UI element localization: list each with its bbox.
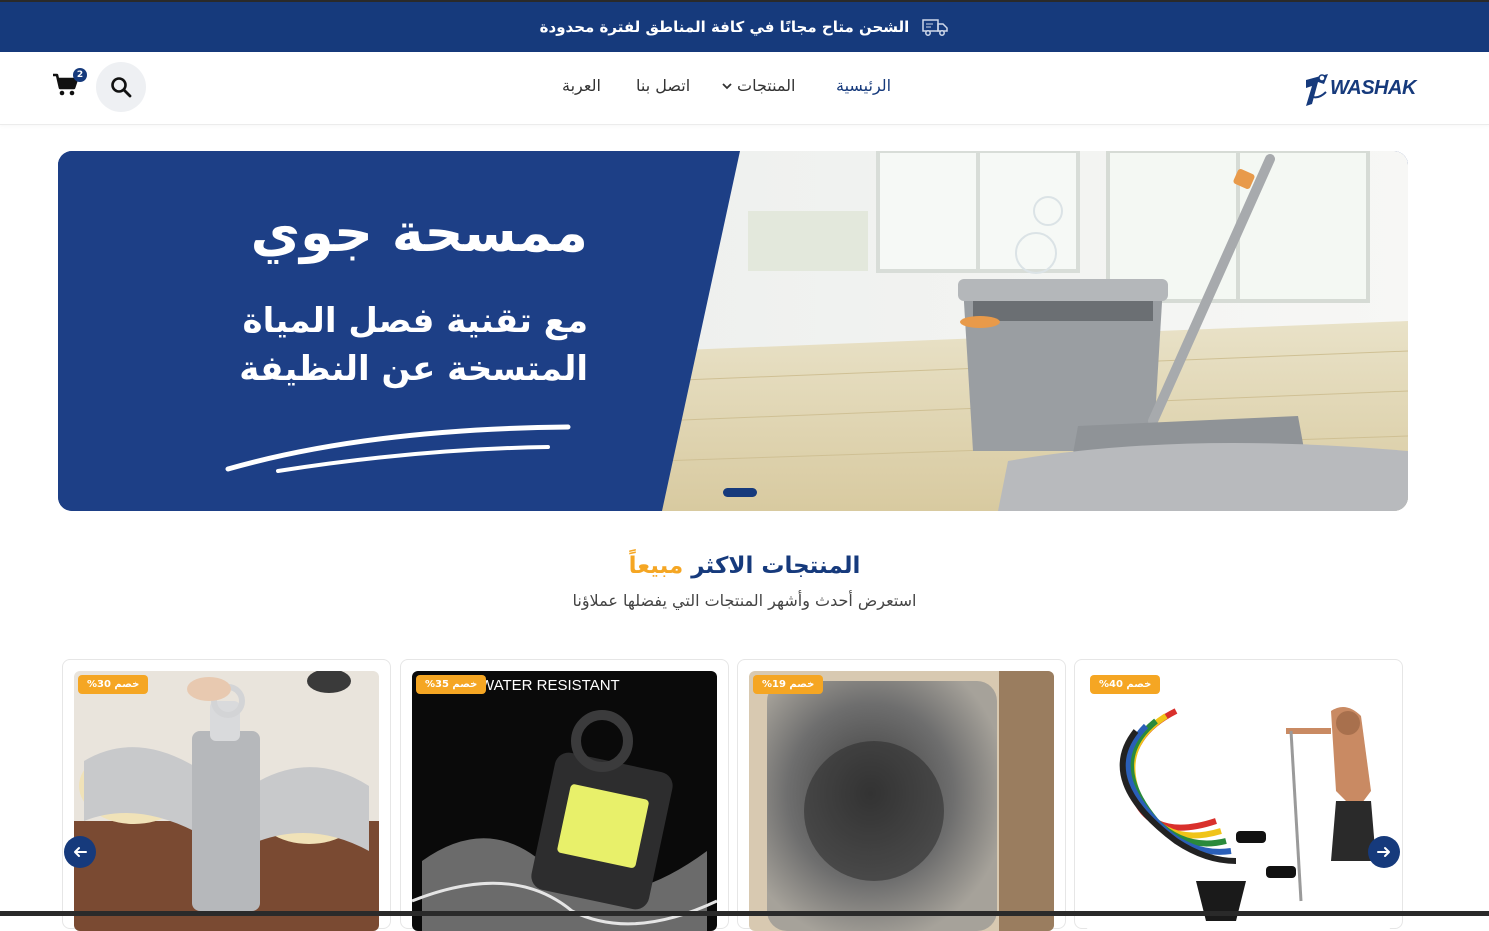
- mop-bucket-photo: [657, 151, 1408, 511]
- cart-button[interactable]: 2: [52, 68, 87, 102]
- blurred-product-photo: [749, 671, 1054, 931]
- carousel-next-button[interactable]: [1368, 836, 1400, 868]
- nav-contact[interactable]: اتصل بنا: [636, 76, 690, 95]
- hero-banner[interactable]: ممسحة جوي مع تقنية فصل المياة المتسخة عن…: [58, 151, 1408, 511]
- discount-badge: خصم 30%: [78, 675, 149, 694]
- carousel-dot-active[interactable]: [723, 488, 757, 497]
- keychain-light-photo: WATER RESISTANT: [412, 671, 717, 931]
- nav-products-label: المنتجات: [737, 76, 796, 95]
- resistance-bands-photo: [1086, 671, 1391, 931]
- site-header: WASHAK الرئيسية المنتجات اتصل بنا العربة…: [0, 52, 1489, 125]
- hero-title: ممسحة جوي: [250, 201, 588, 264]
- bestsellers-subtitle: استعرض أحدث وأشهر المنتجات التي يفضلها ع…: [572, 591, 917, 610]
- water-resistant-label: WATER RESISTANT: [480, 677, 620, 694]
- announcement-text: الشحن متاح مجانًا في كافة المناطق لفترة …: [539, 18, 910, 36]
- hero-photo: [657, 151, 1408, 511]
- announcement-bar: الشحن متاح مجانًا في كافة المناطق لفترة …: [0, 0, 1489, 52]
- nav-products[interactable]: المنتجات: [721, 76, 796, 95]
- logo-text: WASHAK: [1330, 76, 1416, 99]
- product-image[interactable]: WATER RESISTANT خصم 35%: [412, 671, 717, 931]
- discount-badge: خصم 40%: [1090, 675, 1161, 694]
- search-button[interactable]: [96, 62, 146, 112]
- arrow-right-icon: [1377, 847, 1390, 857]
- discount-badge: خصم 35%: [416, 675, 487, 694]
- bestsellers-title-accent: مبيعاً: [628, 553, 684, 579]
- arrow-left-icon: [74, 847, 87, 857]
- logo[interactable]: WASHAK: [1300, 66, 1416, 110]
- product-image[interactable]: خصم 30%: [74, 671, 379, 931]
- chevron-down-icon: [722, 82, 732, 89]
- cart-count-badge: 2: [73, 68, 87, 82]
- hero-text-panel: ممسحة جوي مع تقنية فصل المياة المتسخة عن…: [58, 151, 740, 511]
- carousel-prev-button[interactable]: [64, 836, 96, 868]
- nav-home[interactable]: الرئيسية: [836, 76, 891, 95]
- hero-line-2: المتسخة عن النظيفة: [239, 349, 588, 389]
- product-card[interactable]: WATER RESISTANT خصم 35%: [400, 659, 729, 931]
- dumpling-maker-photo: [74, 671, 379, 931]
- search-icon: [111, 77, 132, 98]
- hero-line-1: مع تقنية فصل المياة: [242, 301, 588, 341]
- bestsellers-title-main: المنتجات الاكثر: [691, 553, 861, 579]
- product-card[interactable]: خصم 40%: [1074, 659, 1403, 931]
- window-bottom-edge: [0, 911, 1489, 916]
- discount-badge: خصم 19%: [753, 675, 824, 694]
- product-card[interactable]: خصم 30%: [62, 659, 391, 931]
- bestsellers-title: المنتجات الاكثر مبيعاً: [0, 553, 1489, 579]
- product-image[interactable]: خصم 19%: [749, 671, 1054, 931]
- product-card[interactable]: خصم 19%: [737, 659, 1066, 931]
- product-image[interactable]: خصم 40%: [1086, 671, 1391, 931]
- hero-underline-swoosh: [225, 424, 571, 473]
- nav-cart[interactable]: العربة: [562, 76, 601, 95]
- truck-icon: [922, 19, 949, 36]
- logo-mark-icon: [1306, 74, 1328, 106]
